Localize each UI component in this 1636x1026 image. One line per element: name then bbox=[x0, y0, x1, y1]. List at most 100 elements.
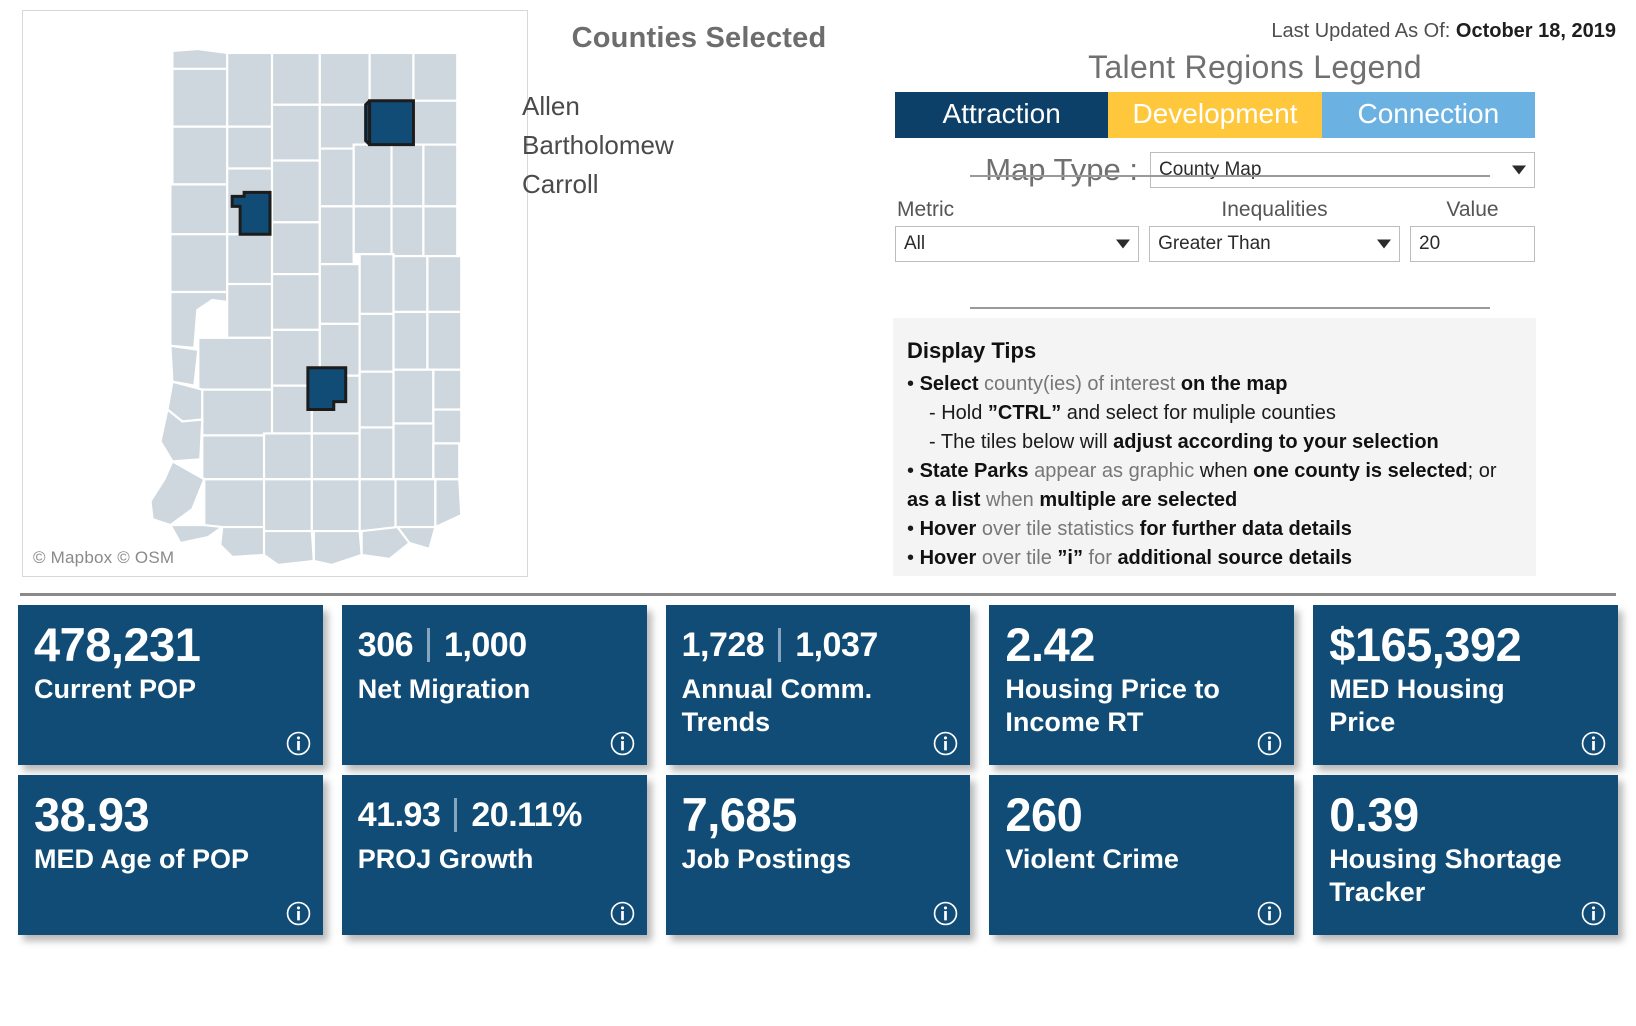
tile-value-row: 41.93 20.11% bbox=[358, 789, 631, 841]
inequalities-label: Inequalities bbox=[1221, 198, 1328, 221]
map-type-label: Map Type : bbox=[985, 152, 1138, 187]
value-input-text: 20 bbox=[1419, 233, 1441, 254]
info-icon[interactable] bbox=[1581, 901, 1606, 926]
divider-bottom bbox=[970, 307, 1490, 309]
display-tips-lines: • Select county(ies) of interest on the … bbox=[907, 370, 1520, 573]
chevron-down-icon bbox=[1377, 239, 1392, 249]
tile-value-row: 1,728 1,037 bbox=[682, 619, 955, 671]
tile-label: Housing Shortage Tracker bbox=[1329, 844, 1562, 907]
info-icon[interactable] bbox=[1257, 901, 1282, 926]
metric-select[interactable]: All bbox=[895, 226, 1140, 262]
talent-regions-legend: Attraction Development Connection bbox=[895, 92, 1535, 138]
last-updated-label: Last Updated As Of: bbox=[1271, 20, 1451, 42]
legend-title: Talent Regions Legend bbox=[1088, 49, 1422, 85]
metric-label: Metric bbox=[897, 198, 955, 221]
metric-tile[interactable]: 478,231 Current POP bbox=[18, 605, 323, 765]
last-updated-value: October 18, 2019 bbox=[1455, 20, 1616, 42]
info-icon[interactable] bbox=[610, 901, 635, 926]
info-icon[interactable] bbox=[286, 731, 311, 756]
info-icon[interactable] bbox=[1581, 731, 1606, 756]
tile-value-primary: 478,231 bbox=[34, 618, 201, 671]
legend-segment-attraction[interactable]: Attraction bbox=[895, 92, 1109, 138]
display-tips-box: Display Tips • Select county(ies) of int… bbox=[893, 318, 1536, 576]
map-type-select[interactable]: County Map bbox=[1150, 152, 1535, 188]
tile-label: Current POP bbox=[34, 674, 197, 704]
list-item: Allen bbox=[522, 91, 580, 121]
display-tip-line: • Hover over tile ”i” for additional sou… bbox=[907, 547, 1352, 569]
metric-tile[interactable]: 0.39 Housing Shortage Tracker bbox=[1313, 775, 1618, 935]
metric-tile[interactable]: 1,728 1,037 Annual Comm. Trends bbox=[665, 605, 971, 765]
inequalities-select[interactable]: Greater Than bbox=[1149, 226, 1401, 262]
value-input[interactable]: 20 bbox=[1410, 226, 1535, 262]
tile-value-primary: 1,728 bbox=[681, 626, 765, 664]
info-icon[interactable] bbox=[933, 731, 958, 756]
display-tip-line: • State Parks appear as graphic when one… bbox=[907, 460, 1497, 482]
metric-tile[interactable]: 260 Violent Crime bbox=[989, 775, 1295, 935]
tile-value-primary: 0.39 bbox=[1329, 788, 1419, 841]
tile-value-row: 38.93 bbox=[34, 789, 307, 841]
info-icon[interactable] bbox=[933, 901, 958, 926]
dashboard-root: © Mapbox © OSM Counties Selected Allen B… bbox=[0, 0, 1636, 1026]
tile-value-row: 0.39 bbox=[1329, 789, 1602, 841]
county-map-panel[interactable]: © Mapbox © OSM bbox=[22, 10, 528, 577]
inequalities-value: Greater Than bbox=[1158, 233, 1271, 254]
controls-column: Last Updated As Of: October 18, 2019 Tal… bbox=[890, 0, 1620, 262]
map-attribution: © Mapbox © OSM bbox=[33, 548, 175, 567]
counties-selected-list: Allen Bartholomew Carroll bbox=[519, 87, 879, 204]
counties-selected-panel: Counties Selected Allen Bartholomew Carr… bbox=[519, 22, 879, 204]
tile-label: Job Postings bbox=[681, 844, 852, 874]
tile-value-secondary: 20.11% bbox=[471, 796, 582, 834]
tile-value-primary: $165,392 bbox=[1329, 618, 1522, 671]
tile-value-primary: 38.93 bbox=[34, 788, 150, 841]
tile-value-row: 2.42 bbox=[1005, 619, 1278, 671]
metric-tile[interactable]: 2.42 Housing Price to Income RT bbox=[989, 605, 1295, 765]
metric-value: All bbox=[904, 233, 926, 254]
value-label: Value bbox=[1446, 198, 1499, 221]
display-tip-line: • Select county(ies) of interest on the … bbox=[907, 373, 1288, 395]
counties-selected-title: Counties Selected bbox=[571, 22, 827, 54]
legend-segment-connection[interactable]: Connection bbox=[1321, 92, 1535, 138]
tile-value-row: 7,685 bbox=[682, 789, 955, 841]
metric-tile[interactable]: 41.93 20.11% PROJ Growth bbox=[341, 775, 647, 935]
tile-label: Violent Crime bbox=[1005, 844, 1179, 874]
display-tip-line: • Hover over tile statistics for further… bbox=[907, 518, 1352, 540]
map-type-value: County Map bbox=[1159, 159, 1262, 180]
tile-value-secondary: 1,000 bbox=[444, 626, 527, 664]
tile-value-primary: 260 bbox=[1005, 788, 1083, 841]
tile-value-row: 478,231 bbox=[34, 619, 307, 671]
inequalities-filter: Inequalities Greater Than bbox=[1149, 198, 1401, 262]
legend-segment-development[interactable]: Development bbox=[1108, 92, 1322, 138]
tile-value-primary: 2.42 bbox=[1005, 618, 1095, 671]
tile-value-row: $165,392 bbox=[1329, 619, 1602, 671]
display-tip-line: - Hold ”CTRL” and select for muliple cou… bbox=[929, 402, 1336, 424]
info-icon[interactable] bbox=[1257, 731, 1282, 756]
map-type-row: Map Type : County Map bbox=[895, 152, 1535, 188]
last-updated: Last Updated As Of: October 18, 2019 bbox=[890, 0, 1620, 43]
metric-tile[interactable]: 38.93 MED Age of POP bbox=[18, 775, 323, 935]
display-tip-line: - The tiles below will adjust according … bbox=[929, 431, 1439, 453]
metric-tile[interactable]: $165,392 MED Housing Price bbox=[1313, 605, 1618, 765]
display-tip-line: as a list when multiple are selected bbox=[907, 489, 1238, 511]
tile-label: Housing Price to Income RT bbox=[1005, 674, 1220, 737]
tile-value-row: 260 bbox=[1005, 789, 1278, 841]
section-separator bbox=[20, 593, 1616, 596]
metric-tile[interactable]: 7,685 Job Postings bbox=[665, 775, 971, 935]
filters-row: Metric All Inequalities Greater Than Val… bbox=[895, 198, 1535, 262]
list-item: Bartholomew bbox=[522, 130, 674, 160]
info-icon[interactable] bbox=[610, 731, 635, 756]
metric-tiles: 478,231 Current POP 306 1,000 Net Migration 1… bbox=[0, 605, 1636, 945]
indiana-county-map[interactable] bbox=[23, 11, 527, 576]
tile-value-primary: 306 bbox=[357, 626, 414, 664]
tile-value-row: 306 1,000 bbox=[358, 619, 631, 671]
tile-label: Annual Comm. Trends bbox=[681, 674, 873, 737]
metric-tile[interactable]: 306 1,000 Net Migration bbox=[341, 605, 647, 765]
divider-top bbox=[970, 175, 1490, 177]
chevron-down-icon bbox=[1512, 165, 1526, 175]
tile-label: Net Migration bbox=[357, 674, 531, 704]
info-icon[interactable] bbox=[286, 901, 311, 926]
tile-value-primary: 7,685 bbox=[681, 788, 798, 841]
selected-county-allen[interactable] bbox=[364, 99, 415, 147]
top-section: © Mapbox © OSM Counties Selected Allen B… bbox=[0, 0, 1636, 592]
tile-row-2: 38.93 MED Age of POP 41.93 20.11% PROJ Growt… bbox=[0, 775, 1636, 935]
tile-label: MED Age of POP bbox=[34, 844, 250, 874]
